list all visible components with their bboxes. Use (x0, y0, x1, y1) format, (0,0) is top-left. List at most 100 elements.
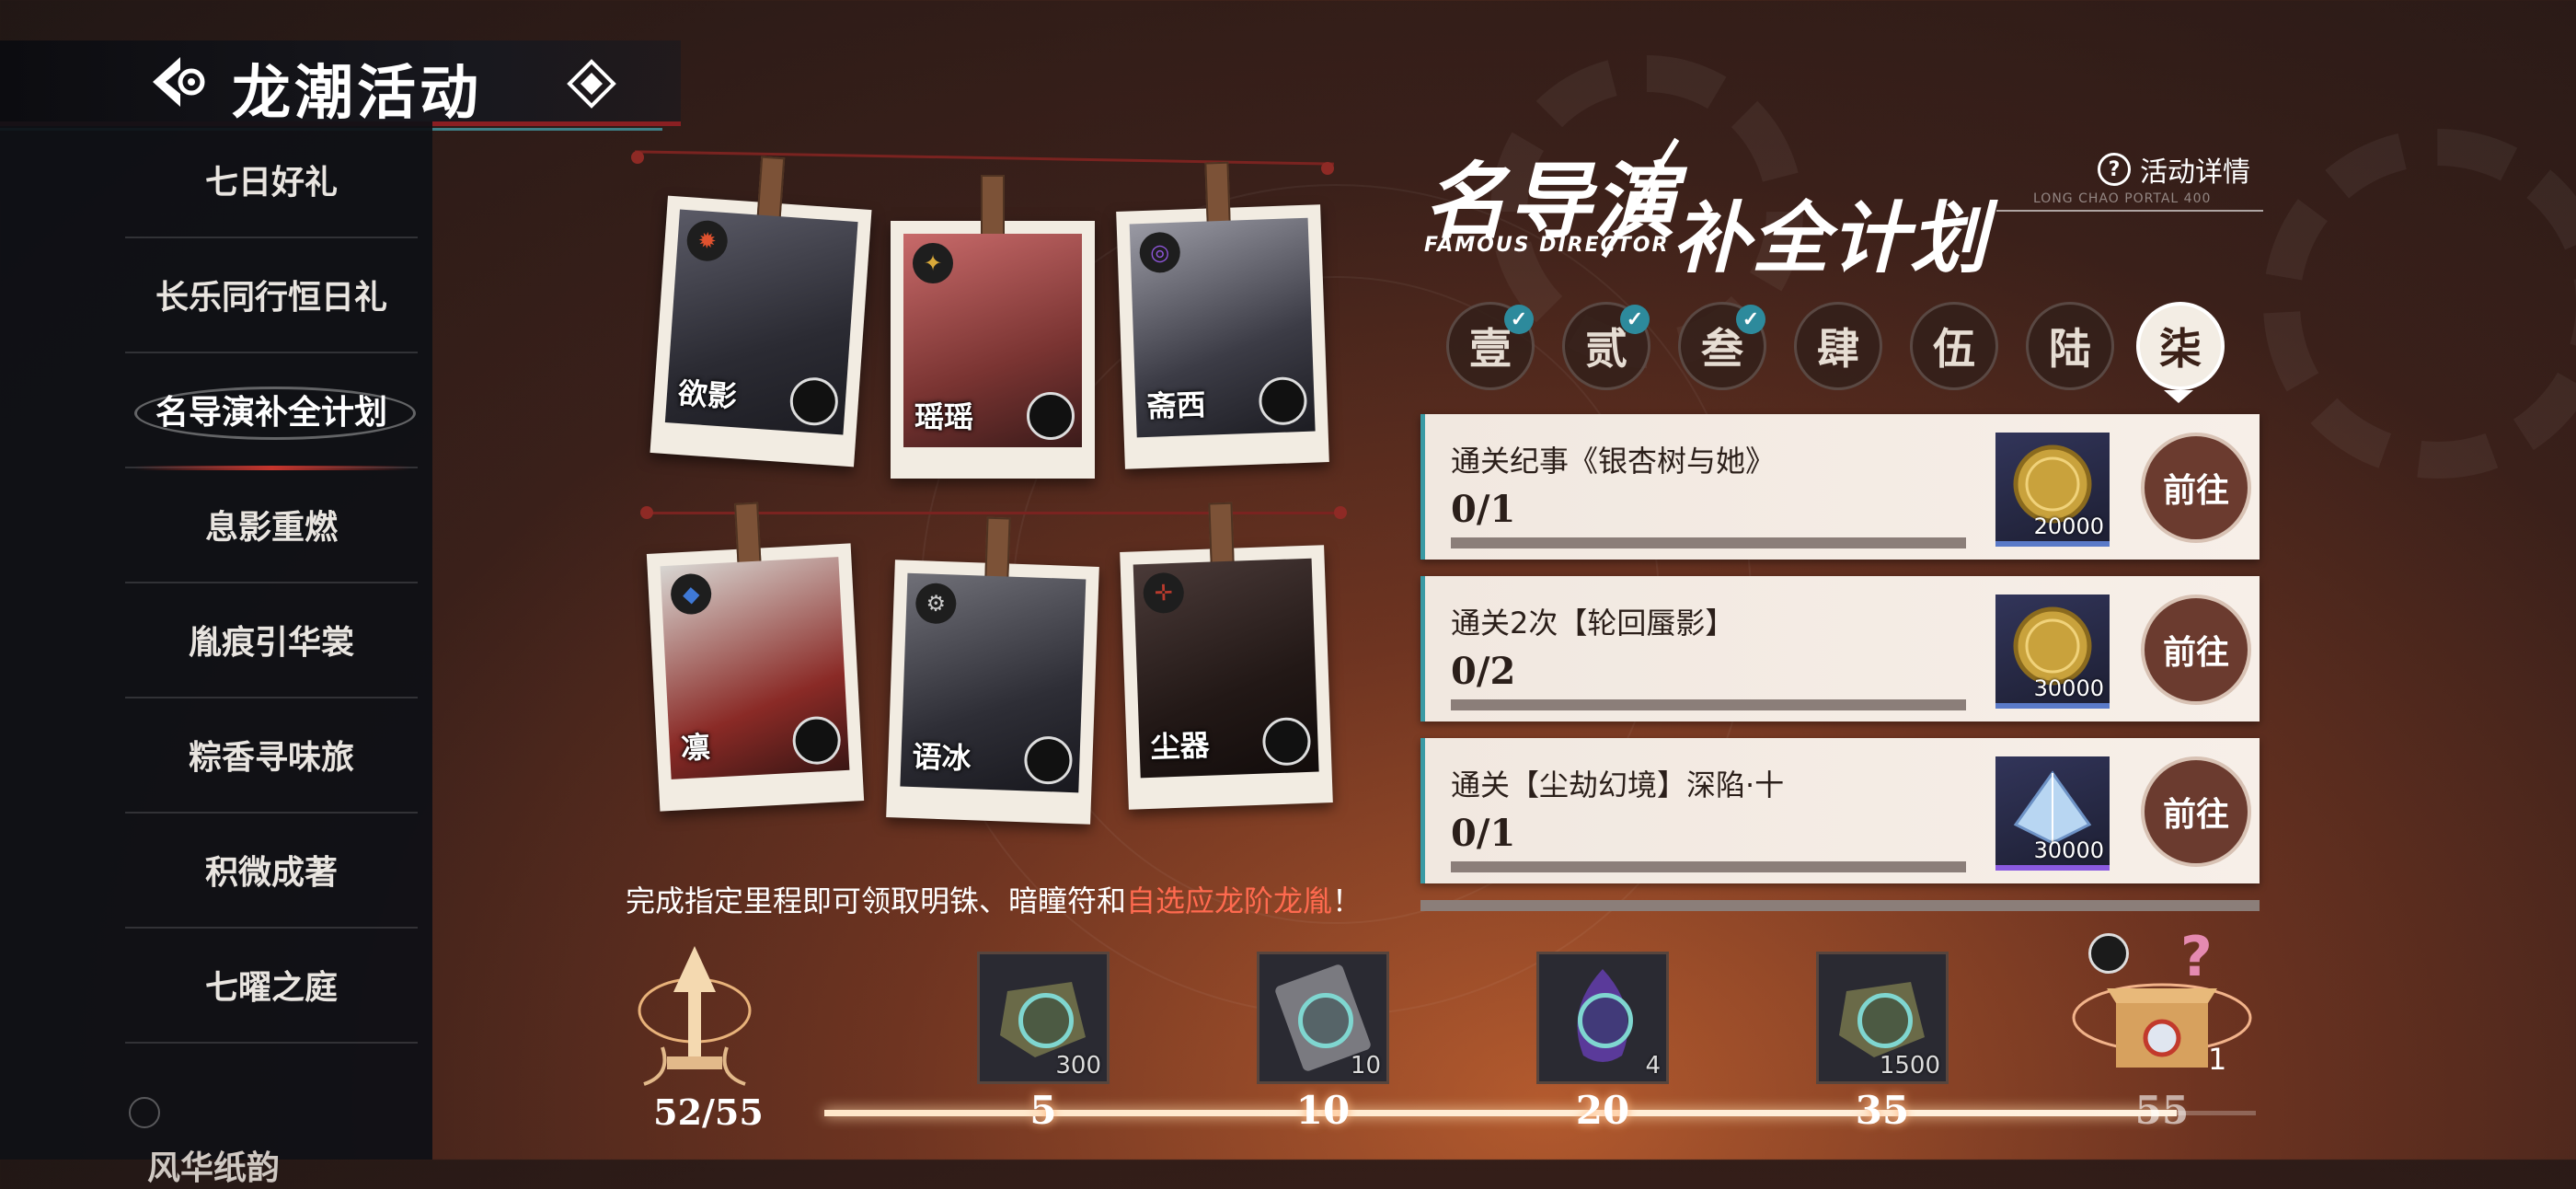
magnifier-icon[interactable] (1023, 735, 1074, 786)
tab-6[interactable]: 陆 (2026, 302, 2114, 390)
go-button[interactable]: 前往 (2141, 756, 2251, 867)
sidebar-item-label: 七日好礼 (204, 162, 338, 202)
gear-element-icon: ⚙ (914, 583, 958, 625)
back-arrow-icon[interactable] (145, 50, 210, 114)
sidebar-item-label: 七曜之庭 (204, 967, 338, 1007)
sidebar-item-zongzi[interactable]: 粽香寻味旅 (125, 697, 418, 814)
sidebar-item-label: 积微成著 (204, 852, 338, 892)
event-details-button[interactable]: ? 活动详情 (2098, 149, 2250, 190)
reward-amount: 1500 (1879, 1052, 1940, 1079)
milestone-text-suffix: ！ (1332, 883, 1363, 918)
character-name: 凛 (679, 729, 711, 767)
reward-amount: 30000 (2033, 675, 2104, 701)
sidebar-item-accumulate[interactable]: 积微成著 (125, 812, 418, 929)
magnifier-icon[interactable] (1027, 392, 1075, 440)
sidebar-item-daily-gift[interactable]: 长乐同行恒日礼 (125, 237, 418, 353)
sidebar-item-rekindle[interactable]: 息影重燃 (125, 467, 418, 583)
background-gear (2263, 129, 2576, 479)
reward-amount: 30000 (2033, 837, 2104, 863)
magnifier-icon[interactable] (2088, 933, 2129, 974)
magnifier-icon[interactable] (788, 375, 840, 427)
character-card[interactable]: ✦ 瑶瑶 (891, 175, 1095, 479)
go-button[interactable]: 前往 (2141, 433, 2251, 543)
task-progress: 0/1 (1451, 488, 1516, 531)
task-name: 通关纪事《银杏树与她》 (1451, 444, 1776, 479)
fire-element-icon: ✹ (685, 219, 730, 263)
task-reward[interactable]: 30000 (1995, 756, 2110, 871)
check-icon: ✓ (1736, 305, 1765, 334)
sidebar-item-label: 息影重燃 (204, 507, 338, 547)
milestone-description: 完成指定里程即可领取明铢、暗瞳符和自选应龙阶龙胤！ (626, 878, 1362, 920)
character-card[interactable]: ◎ 斋西 (1116, 161, 1329, 469)
string-pin (631, 151, 644, 164)
sidebar-item-paper[interactable]: 风华纸韵 (147, 1141, 280, 1189)
milestone-progress-count: 52/55 (653, 1091, 764, 1133)
sidebar-item-famous-director[interactable]: 名导演补全计划 (125, 352, 418, 470)
milestone-reward[interactable]: 10 (1257, 952, 1389, 1084)
milestone-threshold: 10 (1295, 1088, 1351, 1133)
character-card[interactable]: ◆ 凛 (646, 502, 865, 812)
sidebar-item-label: 粽香寻味旅 (188, 737, 354, 777)
task-row: 通关2次【轮回蜃影】 0/2 30000 前往 (1420, 576, 2260, 721)
task-row: 通关【尘劫幻境】深陷·十 0/1 30000 前往 (1420, 738, 2260, 883)
reward-amount: 300 (1055, 1052, 1101, 1079)
task-progress: 0/2 (1451, 650, 1516, 693)
milestone-reward[interactable]: 1500 (1816, 952, 1949, 1084)
sidebar-item-costume[interactable]: 胤痕引华裳 (125, 582, 418, 698)
title-underline (1996, 210, 2263, 212)
milestone-reward[interactable]: 4 (1536, 952, 1669, 1084)
tab-label: 陆 (2049, 324, 2091, 374)
character-portrait: ✛ 尘器 (1133, 558, 1319, 779)
diamond-home-icon[interactable] (567, 59, 616, 109)
sidebar-item-label: 名导演补全计划 (155, 392, 387, 432)
claimed-check-icon (1857, 993, 1913, 1048)
character-portrait: ✦ 瑶瑶 (903, 234, 1082, 447)
task-progress-bar (1451, 861, 1966, 872)
task-reward[interactable]: 30000 (1995, 594, 2110, 709)
tab-label: 伍 (1933, 324, 1975, 374)
sidebar-badge-icon (129, 1097, 160, 1128)
magnifier-icon[interactable] (1258, 375, 1308, 426)
character-name: 斋西 (1145, 387, 1207, 424)
task-progress-bar (1451, 699, 1966, 710)
event-tiny-caption: LONG CHAO PORTAL 400 (2033, 191, 2212, 206)
character-portrait: ◎ 斋西 (1129, 217, 1316, 438)
go-button[interactable]: 前往 (2141, 594, 2251, 705)
tab-5[interactable]: 伍 (1910, 302, 1998, 390)
trophy-icon (638, 946, 752, 1086)
event-subtitle: FAMOUS DIRECTOR (1424, 234, 1670, 257)
task-reward[interactable]: 20000 (1995, 433, 2110, 547)
tab-1[interactable]: 壹 ✓ (1446, 302, 1535, 390)
character-card[interactable]: ⚙ 语冰 (886, 516, 1099, 825)
question-icon: ? (2098, 153, 2131, 186)
sidebar-item-label: 长乐同行恒日礼 (155, 277, 387, 317)
magnifier-icon[interactable] (791, 715, 843, 766)
header-bar: 龙潮活动 (0, 40, 681, 131)
tab-4[interactable]: 肆 (1794, 302, 1882, 390)
tab-2[interactable]: 贰 ✓ (1562, 302, 1650, 390)
tab-label: 肆 (1817, 324, 1859, 374)
task-name: 通关【尘劫幻境】深陷·十 (1451, 768, 1785, 802)
milestone-text-prefix: 完成指定里程即可领取明铢、暗瞳符和 (626, 883, 1127, 918)
string-pin (1334, 506, 1347, 519)
milestone-highlight: 自选应龙阶龙胤 (1126, 883, 1333, 918)
sidebar: 七日好礼 长乐同行恒日礼 名导演补全计划 息影重燃 胤痕引华裳 粽香寻味旅 积微… (0, 121, 432, 1160)
tab-3[interactable]: 叁 ✓ (1678, 302, 1766, 390)
milestone-track-fill (824, 1110, 2177, 1116)
tab-7[interactable]: 柒 (2136, 302, 2225, 390)
character-card[interactable]: ✹ 欲影 (650, 156, 872, 468)
clothespin (981, 175, 1005, 243)
task-row-partial (1420, 900, 2260, 911)
hanging-string (635, 150, 1334, 166)
sidebar-item-seven-stars[interactable]: 七曜之庭 (125, 927, 418, 1044)
reward-amount: 1 (2208, 1042, 2227, 1077)
page-title: 龙潮活动 (232, 59, 482, 128)
reward-amount: 10 (1350, 1052, 1381, 1079)
task-name: 通关2次【轮回蜃影】 (1451, 606, 1735, 641)
character-card[interactable]: ✛ 尘器 (1120, 502, 1333, 810)
sidebar-item-seven-day-gift[interactable]: 七日好礼 (125, 121, 418, 238)
magnifier-icon[interactable] (1261, 716, 1312, 767)
character-portrait: ⚙ 语冰 (900, 572, 1087, 793)
milestone-reward[interactable]: 300 (977, 952, 1110, 1084)
check-icon: ✓ (1504, 305, 1534, 334)
